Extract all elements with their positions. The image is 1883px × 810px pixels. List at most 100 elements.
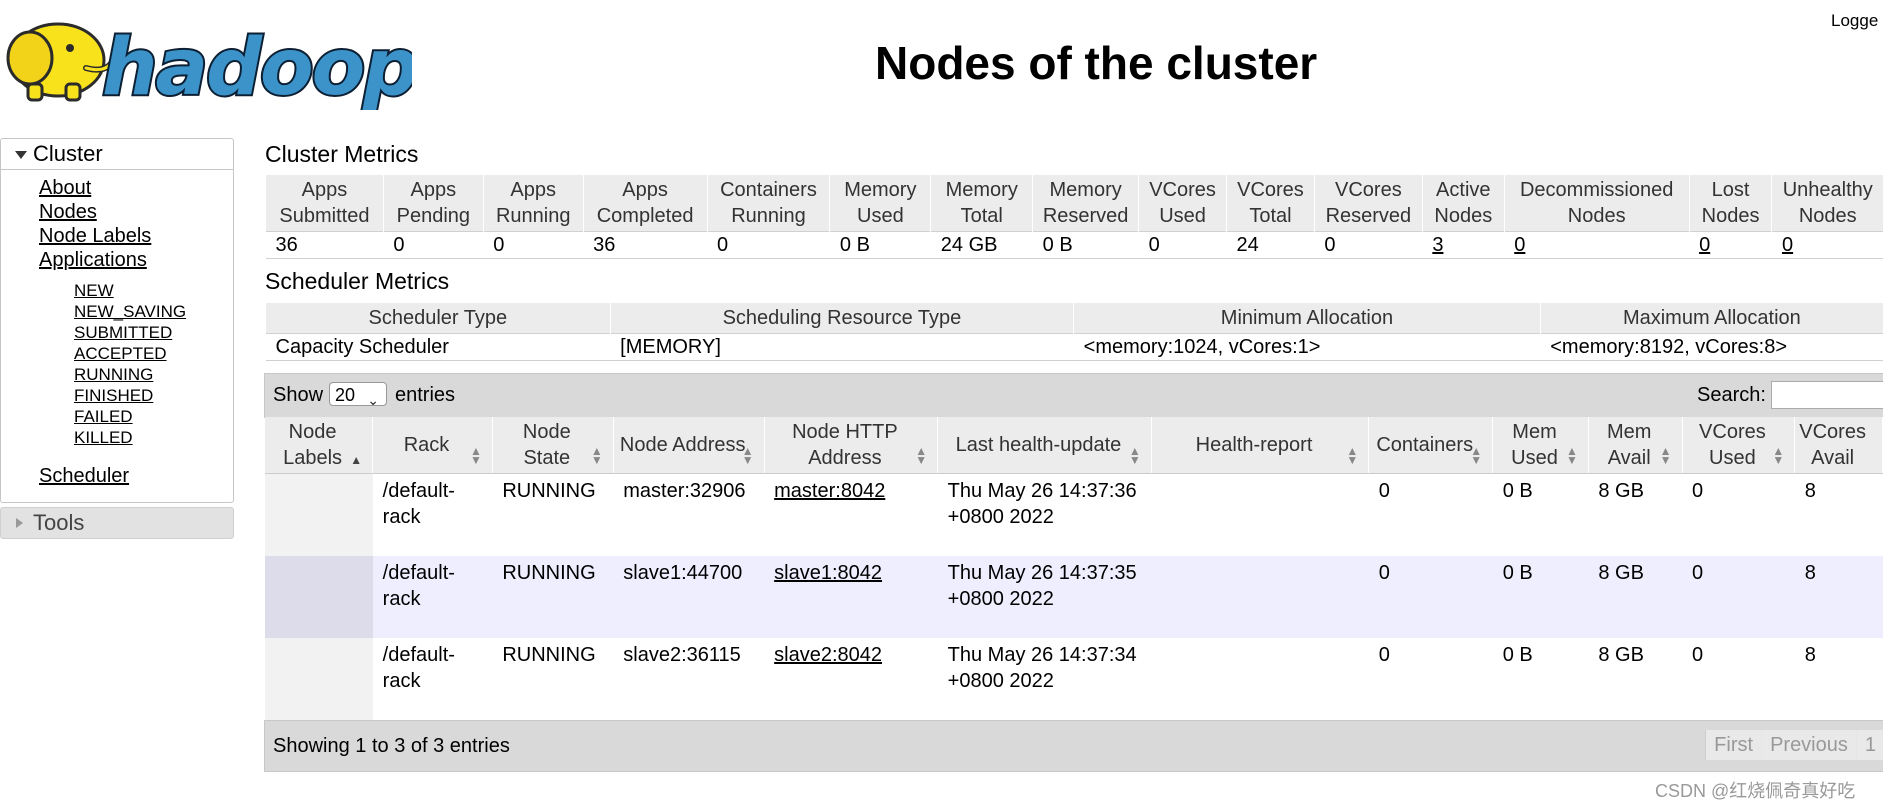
cell-node-state: RUNNING — [492, 638, 614, 720]
col-node-state[interactable]: Node State ▲ ▼ — [492, 417, 614, 474]
nav-link-applications[interactable]: Applications — [1, 248, 233, 272]
node-http-link[interactable]: slave2:8042 — [774, 644, 882, 666]
search-label: Search: — [1697, 384, 1766, 406]
col-last-health-update[interactable]: Last health-update ▲ ▼ — [937, 417, 1152, 474]
col-scheduling-resource-type: Scheduling Resource Type — [609, 303, 1074, 334]
left-nav: Cluster About Nodes Node Labels Applicat… — [0, 138, 234, 539]
col-containers-running: Containers Running — [706, 175, 830, 232]
table-row: /default-rack RUNNING slave2:36115 slave… — [265, 638, 1883, 720]
nav-link-scheduler[interactable]: Scheduler — [1, 464, 233, 488]
col-mem-used[interactable]: Mem Used ▲ ▼ — [1492, 417, 1589, 474]
app-state-new[interactable]: NEW — [1, 280, 233, 301]
sort-icon: ▲ ▼ — [1128, 444, 1141, 467]
cell-last-health-update: Thu May 26 14:37:34 +0800 2022 — [937, 638, 1152, 720]
col-rack[interactable]: Rack ▲ ▼ — [372, 417, 493, 474]
active-nodes-link[interactable]: 3 — [1432, 234, 1443, 256]
col-lost-nodes: Lost Nodes — [1688, 175, 1772, 232]
logged-in-text: Logge — [1831, 11, 1879, 30]
app-state-submitted[interactable]: SUBMITTED — [1, 322, 233, 343]
chevron-down-icon: ⌄ — [367, 392, 379, 408]
val-apps-submitted: 36 — [265, 231, 384, 259]
col-containers[interactable]: Containers ▲ ▼ — [1368, 417, 1494, 474]
cell-containers: 0 — [1368, 556, 1493, 638]
val-minimum-allocation: <memory:1024, vCores:1> — [1073, 333, 1541, 361]
table-row: /default-rack RUNNING master:32906 maste… — [265, 473, 1883, 556]
pager-previous-button[interactable]: Previous — [1761, 730, 1856, 760]
cell-rack: /default-rack — [372, 473, 493, 556]
decommissioned-nodes-link[interactable]: 0 — [1514, 234, 1525, 256]
val-memory-reserved: 0 B — [1032, 231, 1139, 259]
sort-icon: ▲ ▼ — [1470, 444, 1483, 467]
col-vcores-used[interactable]: VCores Used ▲ ▼ — [1682, 417, 1796, 474]
scheduler-metrics-title: Scheduler Metrics — [265, 268, 450, 294]
col-vcores-total: VCores Total — [1226, 175, 1315, 232]
cell-node-state: RUNNING — [492, 473, 614, 556]
page-size-select[interactable]: 20 ⌄ — [329, 382, 387, 408]
nodes-header-row: Node Labels ▲ Rack ▲ ▼ Node State ▲ ▼ Node Ad… — [265, 417, 1883, 474]
val-containers-running: 0 — [707, 231, 830, 259]
cluster-header[interactable]: Cluster — [1, 139, 233, 170]
col-minimum-allocation: Minimum Allocation — [1073, 303, 1541, 334]
watermark: CSDN @红烧佩奇真好吃 — [1655, 781, 1856, 801]
col-apps-running: Apps Running — [482, 175, 584, 232]
nav-link-nodes[interactable]: Nodes — [1, 200, 233, 224]
col-health-report[interactable]: Health-report ▲ ▼ — [1151, 417, 1370, 474]
scheduler-metrics-value-row: Capacity Scheduler [MEMORY] <memory:1024… — [265, 333, 1883, 361]
scheduler-metrics-header-row: Scheduler Type Scheduling Resource Type … — [265, 303, 1883, 334]
search-input[interactable] — [1771, 381, 1883, 409]
nav-link-node-labels[interactable]: Node Labels — [1, 224, 233, 248]
cell-node-labels — [265, 638, 373, 720]
cell-vcores-used: 0 — [1682, 556, 1795, 638]
cell-health-report — [1151, 638, 1369, 720]
cell-containers: 0 — [1368, 473, 1493, 556]
app-state-accepted[interactable]: ACCEPTED — [1, 343, 233, 364]
col-node-http-address[interactable]: Node HTTP Address ▲ ▼ — [764, 417, 939, 474]
val-maximum-allocation: <memory:8192, vCores:8> — [1540, 333, 1883, 361]
cell-mem-avail: 8 GB — [1588, 473, 1683, 556]
scheduler-metrics-table: Scheduler Type Scheduling Resource Type … — [265, 303, 1883, 361]
cell-mem-avail: 8 GB — [1588, 556, 1683, 638]
pager-page-1-button[interactable]: 1 — [1855, 730, 1883, 760]
entries-label: entries — [395, 384, 456, 406]
val-memory-used: 0 B — [829, 231, 931, 259]
node-http-link[interactable]: master:8042 — [774, 480, 885, 502]
col-mem-avail[interactable]: Mem Avail ▲ ▼ — [1588, 417, 1683, 474]
val-apps-running: 0 — [483, 231, 584, 259]
val-apps-completed: 36 — [583, 231, 708, 259]
lost-nodes-link[interactable]: 0 — [1699, 234, 1710, 256]
page-title: Nodes of the cluster — [875, 37, 1318, 89]
nodes-footer: Showing 1 to 3 of 3 entries First Previo… — [264, 720, 1883, 772]
col-maximum-allocation: Maximum Allocation — [1539, 303, 1883, 334]
cell-mem-avail: 8 GB — [1588, 638, 1683, 720]
node-http-link[interactable]: slave1:8042 — [774, 562, 882, 584]
unhealthy-nodes-link[interactable]: 0 — [1782, 234, 1793, 256]
nav-link-about[interactable]: About — [1, 176, 233, 200]
app-state-new-saving[interactable]: NEW_SAVING — [1, 301, 233, 322]
sort-icon: ▲ ▼ — [590, 444, 603, 467]
sort-icon: ▲ ▼ — [741, 444, 754, 467]
col-memory-total: Memory Total — [930, 175, 1033, 232]
nodes-toolbar: Show 20 ⌄ entries Search: — [264, 373, 1883, 418]
cell-node-address: slave1:44700 — [613, 556, 765, 638]
sort-icon: ▲ ▼ — [1346, 444, 1359, 467]
cell-last-health-update: Thu May 26 14:37:36 +0800 2022 — [937, 473, 1152, 556]
col-memory-used: Memory Used — [829, 175, 931, 232]
tools-header[interactable]: Tools — [0, 507, 234, 539]
cell-health-report — [1151, 473, 1369, 556]
app-state-finished[interactable]: FINISHED — [1, 385, 233, 406]
cell-mem-used: 0 B — [1492, 638, 1589, 720]
app-state-failed[interactable]: FAILED — [1, 406, 233, 427]
val-scheduling-resource-type: [MEMORY] — [610, 333, 1074, 361]
sort-icon: ▲ ▼ — [915, 444, 928, 467]
sort-icon: ▲ ▼ — [1565, 444, 1578, 467]
col-node-labels[interactable]: Node Labels ▲ — [265, 417, 374, 474]
col-vcores-avail[interactable]: VCores Avail — [1794, 417, 1883, 474]
app-state-running[interactable]: RUNNING — [1, 364, 233, 385]
app-state-killed[interactable]: KILLED — [1, 427, 233, 448]
pager-first-button[interactable]: First — [1705, 730, 1762, 760]
col-memory-reserved: Memory Reserved — [1032, 175, 1139, 232]
cell-node-state: RUNNING — [492, 556, 614, 638]
cell-rack: /default-rack — [372, 638, 493, 720]
col-node-address[interactable]: Node Address ▲ ▼ — [613, 417, 765, 474]
cluster-label: Cluster — [33, 141, 103, 166]
